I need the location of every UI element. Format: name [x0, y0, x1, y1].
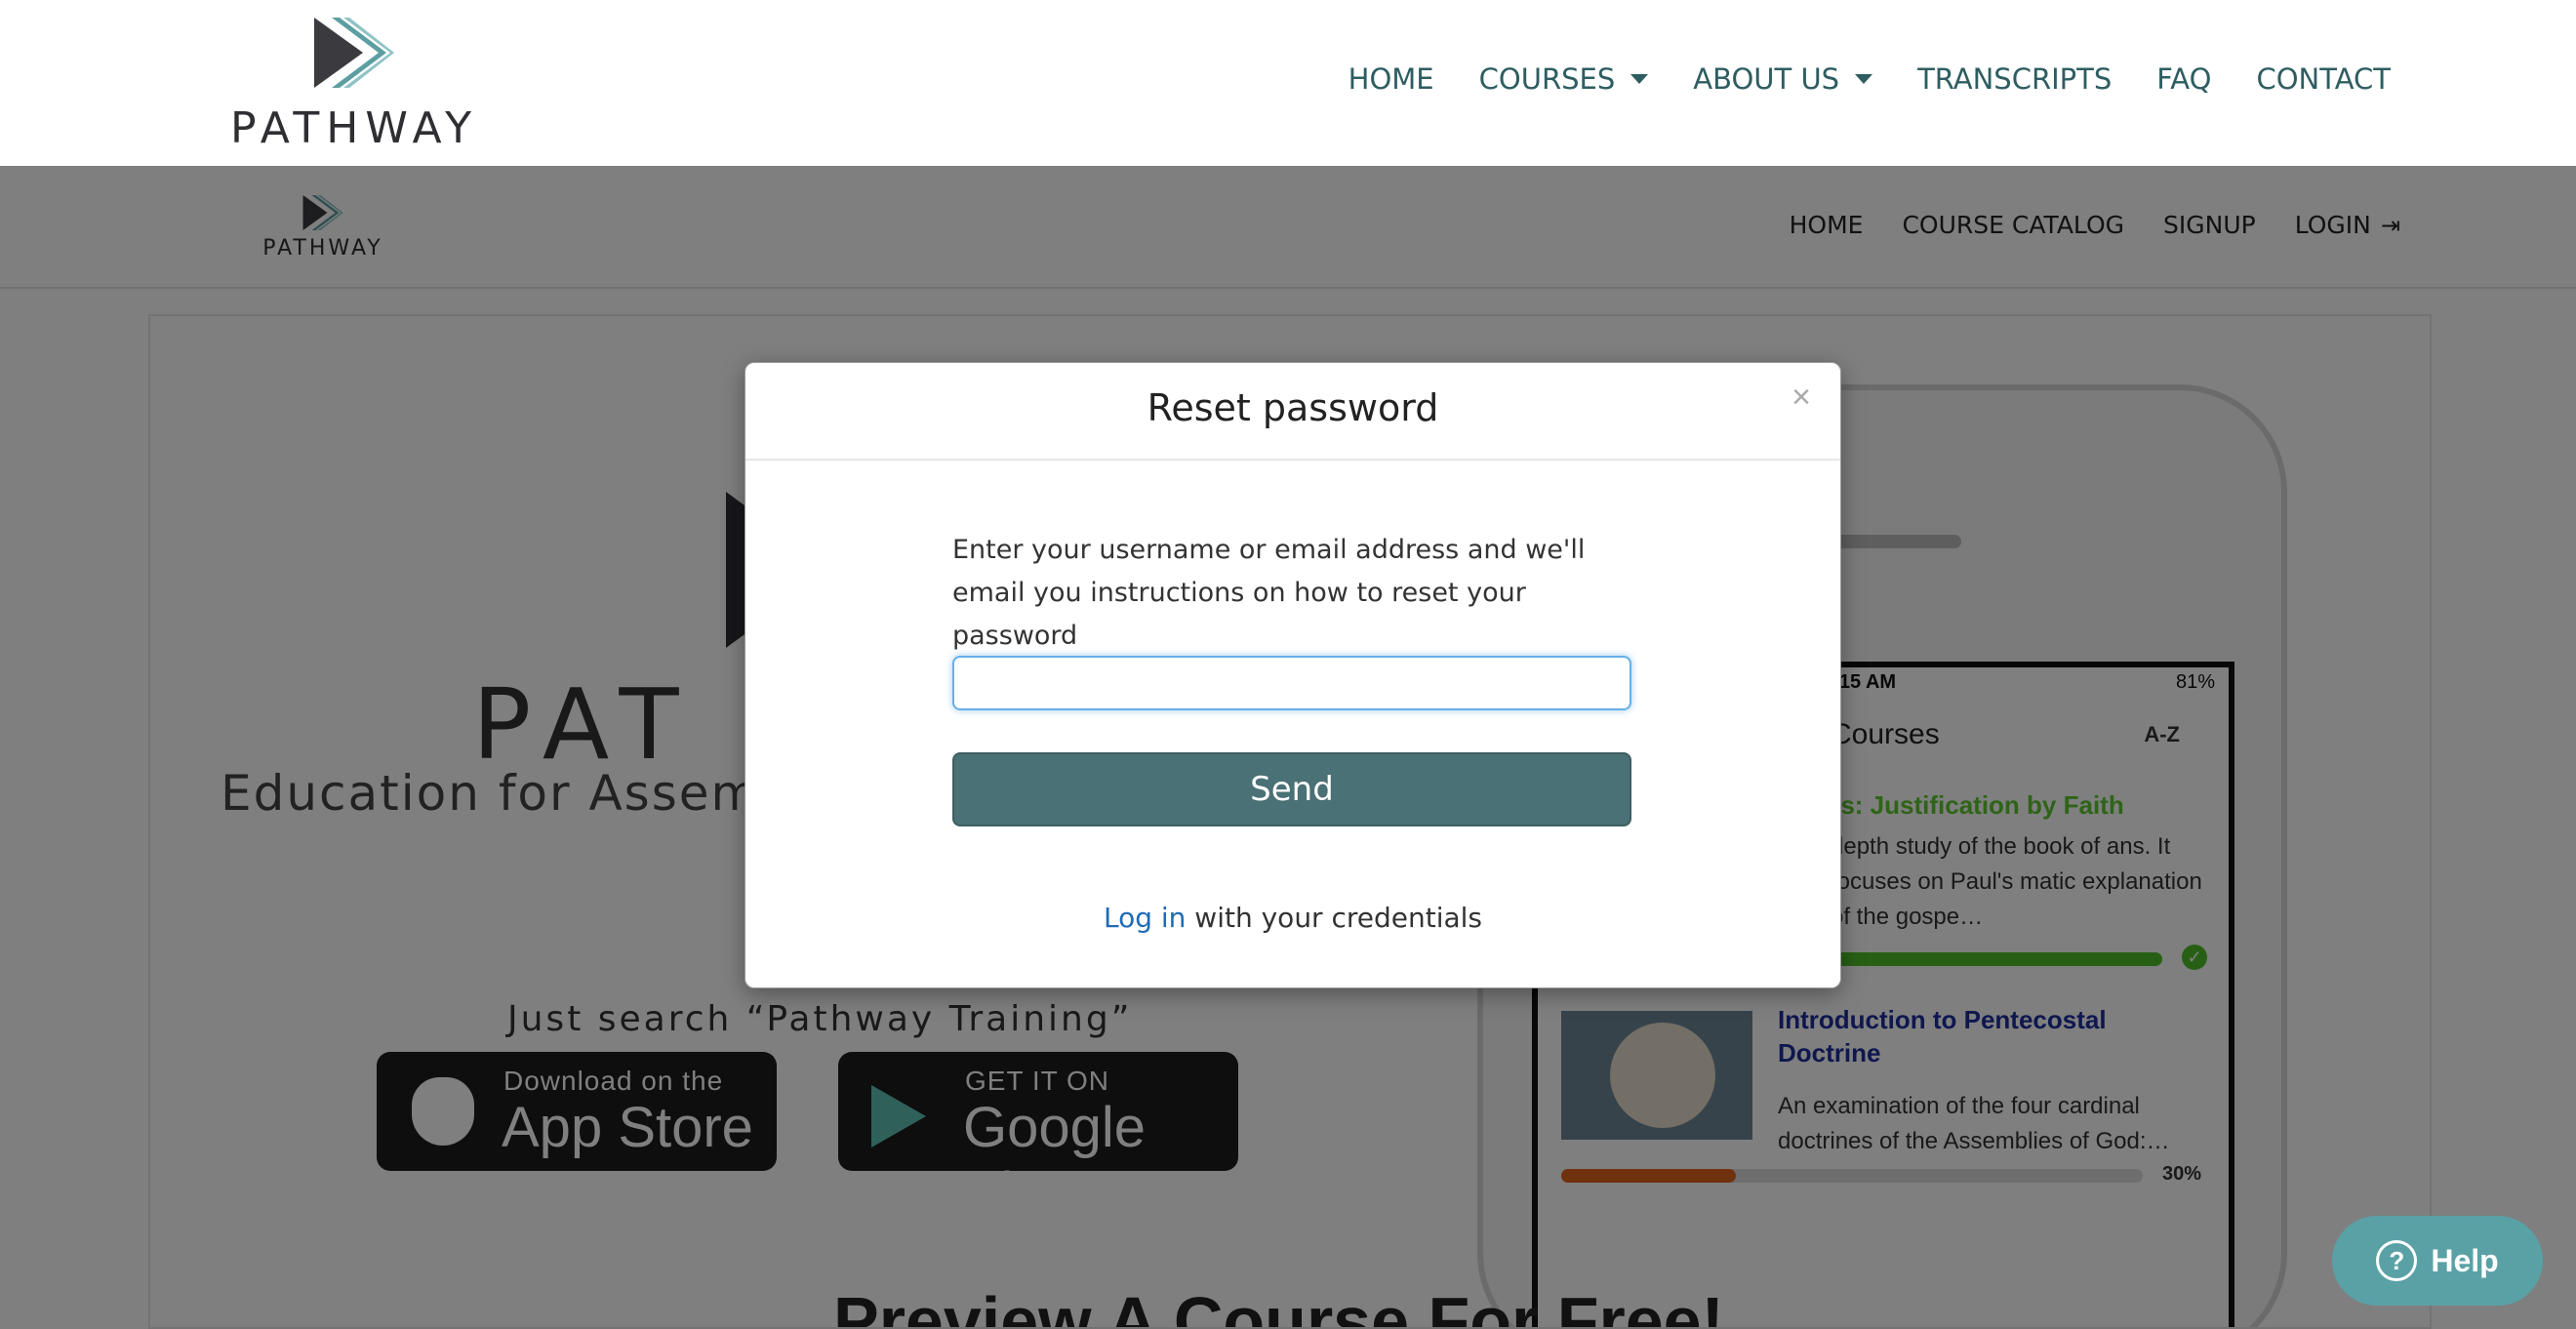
nav-transcripts-label: TRANSCRIPTS: [1917, 62, 2113, 96]
nav-about-label: ABOUT US: [1693, 62, 1840, 96]
login-row: Log in with your credentials: [745, 902, 1840, 934]
reset-password-modal: Reset password × Enter your username or …: [745, 362, 1841, 988]
nav-courses[interactable]: COURSES: [1479, 62, 1649, 96]
close-icon[interactable]: ×: [1791, 379, 1811, 417]
nav-home[interactable]: HOME: [1348, 62, 1434, 96]
nav-courses-label: COURSES: [1478, 62, 1616, 96]
nav-faq[interactable]: FAQ: [2156, 62, 2211, 96]
pathway-logo-mark-icon: [314, 18, 394, 88]
main-nav: HOME COURSES ABOUT US TRANSCRIPTS FAQ CO…: [1304, 62, 2391, 96]
logo-wordmark: PATHWAY: [229, 103, 479, 153]
nav-faq-label: FAQ: [2156, 62, 2212, 96]
chevron-down-icon: [1630, 74, 1649, 84]
help-question-icon: ?: [2376, 1240, 2418, 1281]
modal-header: Reset password ×: [745, 363, 1840, 461]
send-button[interactable]: Send: [952, 752, 1631, 826]
login-link[interactable]: Log in: [1104, 902, 1186, 934]
nav-contact-label: CONTACT: [2256, 62, 2391, 96]
chevron-down-icon: [1855, 74, 1873, 84]
pathway-logo[interactable]: PATHWAY: [193, 18, 515, 153]
nav-about-us[interactable]: ABOUT US: [1693, 62, 1873, 96]
help-label: Help: [2431, 1242, 2499, 1278]
modal-title: Reset password: [1147, 386, 1439, 429]
nav-contact[interactable]: CONTACT: [2256, 62, 2391, 96]
nav-home-label: HOME: [1348, 62, 1434, 96]
login-suffix: with your credentials: [1186, 902, 1483, 934]
nav-transcripts[interactable]: TRANSCRIPTS: [1917, 62, 2112, 96]
reset-instructions: Enter your username or email address and…: [952, 535, 1586, 651]
username-email-input[interactable]: [952, 656, 1631, 710]
site-header: PATHWAY HOME COURSES ABOUT US TRANSCRIPT…: [0, 0, 2576, 166]
help-button[interactable]: ? Help: [2332, 1216, 2543, 1306]
